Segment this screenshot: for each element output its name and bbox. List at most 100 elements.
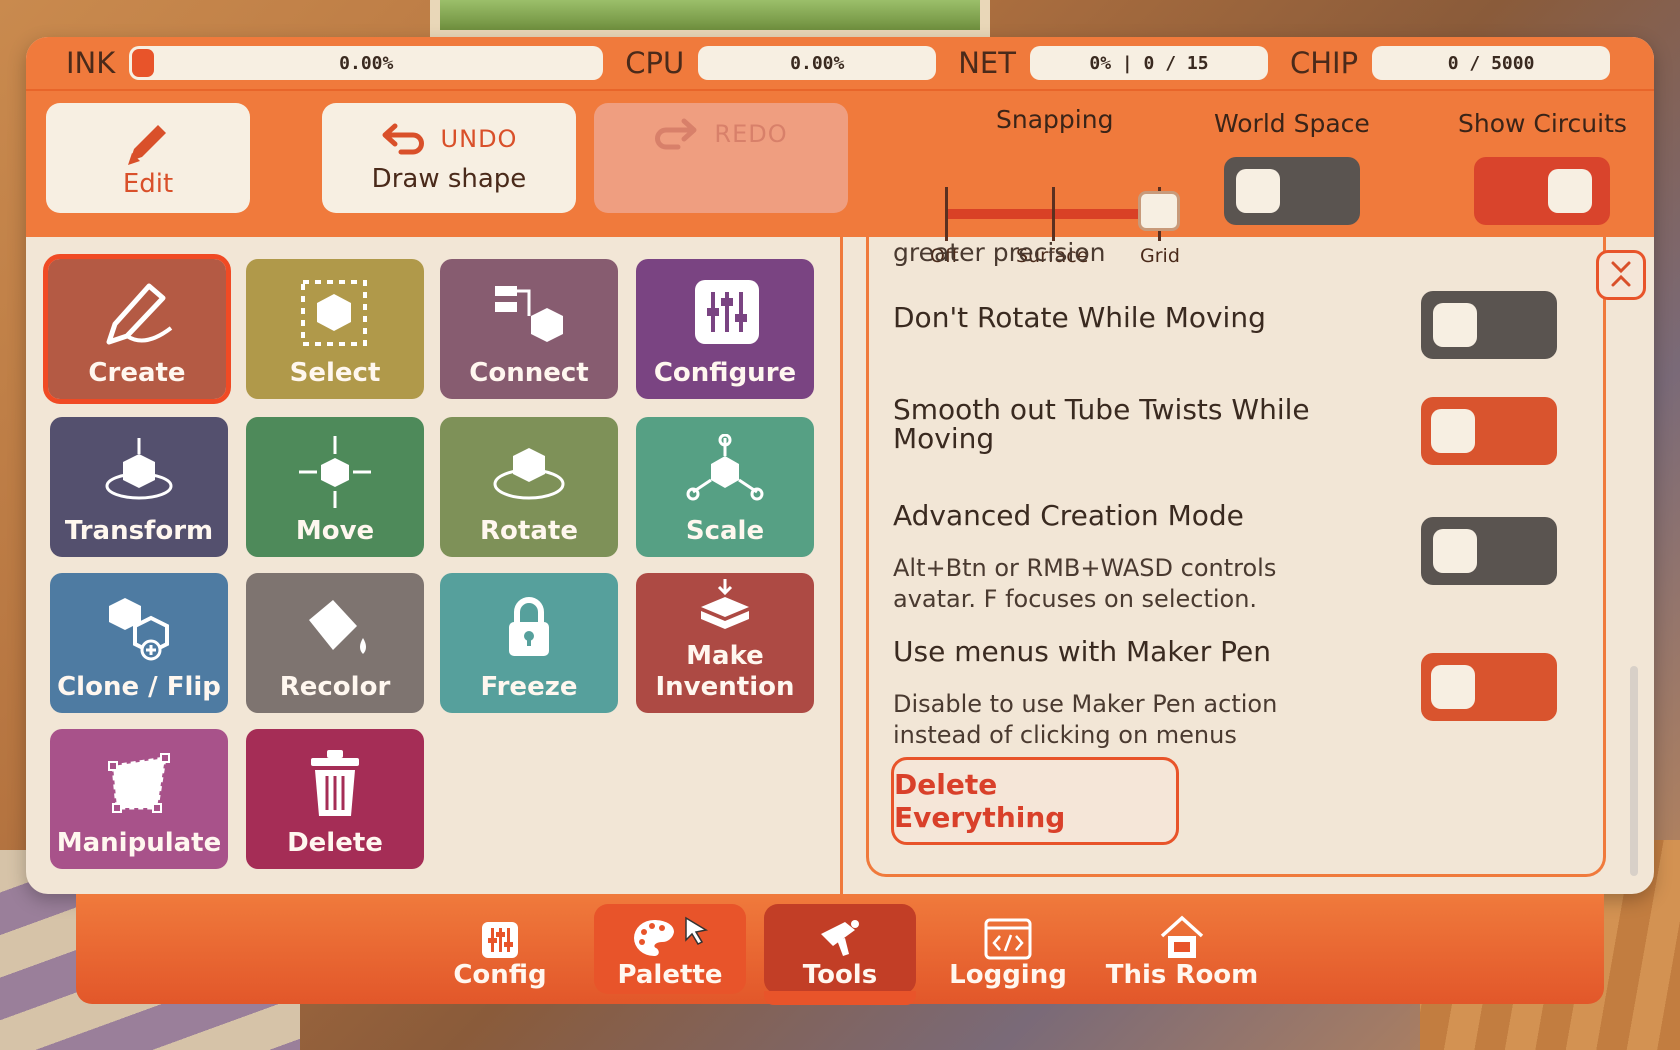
tools-grid: Create Select Connect Configure Transfor… xyxy=(26,237,842,894)
settings-partial-text: greater precision xyxy=(893,238,1106,267)
connect-icon xyxy=(495,285,563,342)
maker-pen-icon xyxy=(821,920,859,956)
panel-divider xyxy=(840,237,843,894)
maker-pen-panel: INK 0.00% CPU 0.00% NET 0% | 0 / 15 CHIP… xyxy=(26,37,1654,894)
tool-label: Manipulate xyxy=(56,827,222,858)
delete-everything-button[interactable]: Delete Everything xyxy=(891,757,1179,845)
trash-icon xyxy=(311,749,359,816)
invention-box-icon xyxy=(701,578,749,629)
tool-scale[interactable]: Scale xyxy=(636,417,814,557)
undo-arrow-icon xyxy=(382,123,424,155)
room-house-icon xyxy=(1160,915,1204,958)
show-circuits-label: Show Circuits xyxy=(1458,109,1627,138)
chip-value: 0 / 5000 xyxy=(1447,52,1535,74)
move-icon xyxy=(299,435,371,508)
dont-rotate-label: Don't Rotate While Moving xyxy=(893,301,1266,334)
ink-value: 0.00% xyxy=(339,52,394,74)
world-space-toggle[interactable] xyxy=(1224,157,1360,225)
ink-label: INK xyxy=(66,46,116,80)
tool-settings-panel: greater precision Don't Rotate While Mov… xyxy=(866,237,1606,877)
toggle-knob xyxy=(1431,665,1475,709)
tool-label: Connect xyxy=(469,357,589,388)
tool-create[interactable]: Create xyxy=(43,254,231,404)
tool-connect[interactable]: Connect xyxy=(440,259,618,399)
pencil-icon xyxy=(106,283,173,345)
tool-label: Rotate xyxy=(480,515,578,546)
smooth-tubes-toggle[interactable] xyxy=(1421,397,1557,465)
edit-label: Edit xyxy=(122,169,174,199)
tool-configure[interactable]: Configure xyxy=(636,259,814,399)
settings-scrollbar[interactable] xyxy=(1630,666,1638,876)
toggle-knob xyxy=(1236,169,1280,213)
redo-label: REDO xyxy=(714,120,788,148)
nav-config[interactable]: Config xyxy=(424,904,576,994)
toggle-knob xyxy=(1433,529,1477,573)
tool-manipulate[interactable]: Manipulate xyxy=(50,729,228,869)
nav-tools[interactable]: Tools xyxy=(764,904,916,994)
undo-button[interactable]: UNDO Draw shape xyxy=(322,103,576,213)
smooth-tubes-label: Smooth out Tube Twists While Moving xyxy=(893,393,1310,456)
collapse-chevrons-icon xyxy=(1611,261,1631,287)
background-window xyxy=(430,0,990,40)
tool-make-invention[interactable]: Make Invention xyxy=(636,573,814,713)
tool-label: Delete xyxy=(287,827,383,858)
tool-label: Make Invention xyxy=(655,640,795,702)
bottom-nav: Config Palette Tools Logging This Room xyxy=(76,894,1604,1005)
toolbar: Edit UNDO Draw shape REDO Snapping Off S… xyxy=(26,91,1654,267)
redo-arrow-icon xyxy=(655,118,697,150)
world-space-label: World Space xyxy=(1214,109,1370,138)
ink-fill xyxy=(132,49,155,77)
tool-transform[interactable]: Transform xyxy=(50,417,228,557)
sliders-icon xyxy=(695,279,759,344)
snapping-title: Snapping xyxy=(996,105,1114,134)
tool-label: Move xyxy=(295,515,375,546)
tool-label: Scale xyxy=(685,515,765,546)
snapping-tick-off xyxy=(945,187,948,241)
cpu-value: 0.00% xyxy=(790,52,845,74)
paint-bucket-icon xyxy=(309,599,366,654)
net-meter: 0% | 0 / 15 xyxy=(1029,46,1268,80)
tool-recolor[interactable]: Recolor xyxy=(246,573,424,713)
tool-label: Select xyxy=(289,357,381,388)
undo-label: UNDO xyxy=(440,125,518,153)
maker-pen-menus-toggle[interactable] xyxy=(1421,653,1557,721)
snapping-knob[interactable] xyxy=(1138,191,1180,231)
tool-freeze[interactable]: Freeze xyxy=(440,573,618,713)
edit-button[interactable]: Edit xyxy=(46,103,250,213)
toggle-knob xyxy=(1433,303,1477,347)
clone-icon xyxy=(109,597,169,661)
ink-meter: 0.00% xyxy=(129,46,604,80)
tool-delete[interactable]: Delete xyxy=(246,729,424,869)
tool-clone-flip[interactable]: Clone / Flip xyxy=(50,573,228,713)
nav-logging[interactable]: Logging xyxy=(932,904,1084,994)
nav-palette[interactable]: Palette xyxy=(594,904,746,994)
chip-label: CHIP xyxy=(1289,46,1359,80)
cpu-label: CPU xyxy=(625,46,685,80)
redo-button[interactable]: REDO xyxy=(594,103,848,213)
collapse-button[interactable] xyxy=(1596,250,1646,300)
maker-pen-menus-desc: Disable to use Maker Pen action instead … xyxy=(893,690,1278,750)
pencil-icon xyxy=(128,125,166,165)
toggle-knob xyxy=(1548,169,1592,213)
tool-label: Freeze xyxy=(480,671,578,702)
transform-icon xyxy=(105,437,173,500)
nav-this-room[interactable]: This Room xyxy=(1102,904,1262,994)
rotate-icon xyxy=(493,447,565,500)
toggle-knob xyxy=(1431,409,1475,453)
tool-move[interactable]: Move xyxy=(246,417,424,557)
tool-label: Clone / Flip xyxy=(57,671,221,702)
nav-label: This Room xyxy=(1105,960,1259,990)
tool-select[interactable]: Select xyxy=(246,259,424,399)
advanced-mode-toggle[interactable] xyxy=(1421,517,1557,585)
stats-bar: INK 0.00% CPU 0.00% NET 0% | 0 / 15 CHIP… xyxy=(26,37,1654,91)
show-circuits-toggle[interactable] xyxy=(1474,157,1610,225)
net-label: NET xyxy=(958,46,1016,80)
palette-icon xyxy=(634,916,709,956)
dont-rotate-toggle[interactable] xyxy=(1421,291,1557,359)
maker-pen-menus-label: Use menus with Maker Pen xyxy=(893,635,1272,668)
tool-label: Transform xyxy=(64,515,214,546)
tool-label: Create xyxy=(88,357,186,388)
select-box-icon xyxy=(301,279,367,346)
advanced-mode-label: Advanced Creation Mode xyxy=(893,499,1244,532)
tool-rotate[interactable]: Rotate xyxy=(440,417,618,557)
